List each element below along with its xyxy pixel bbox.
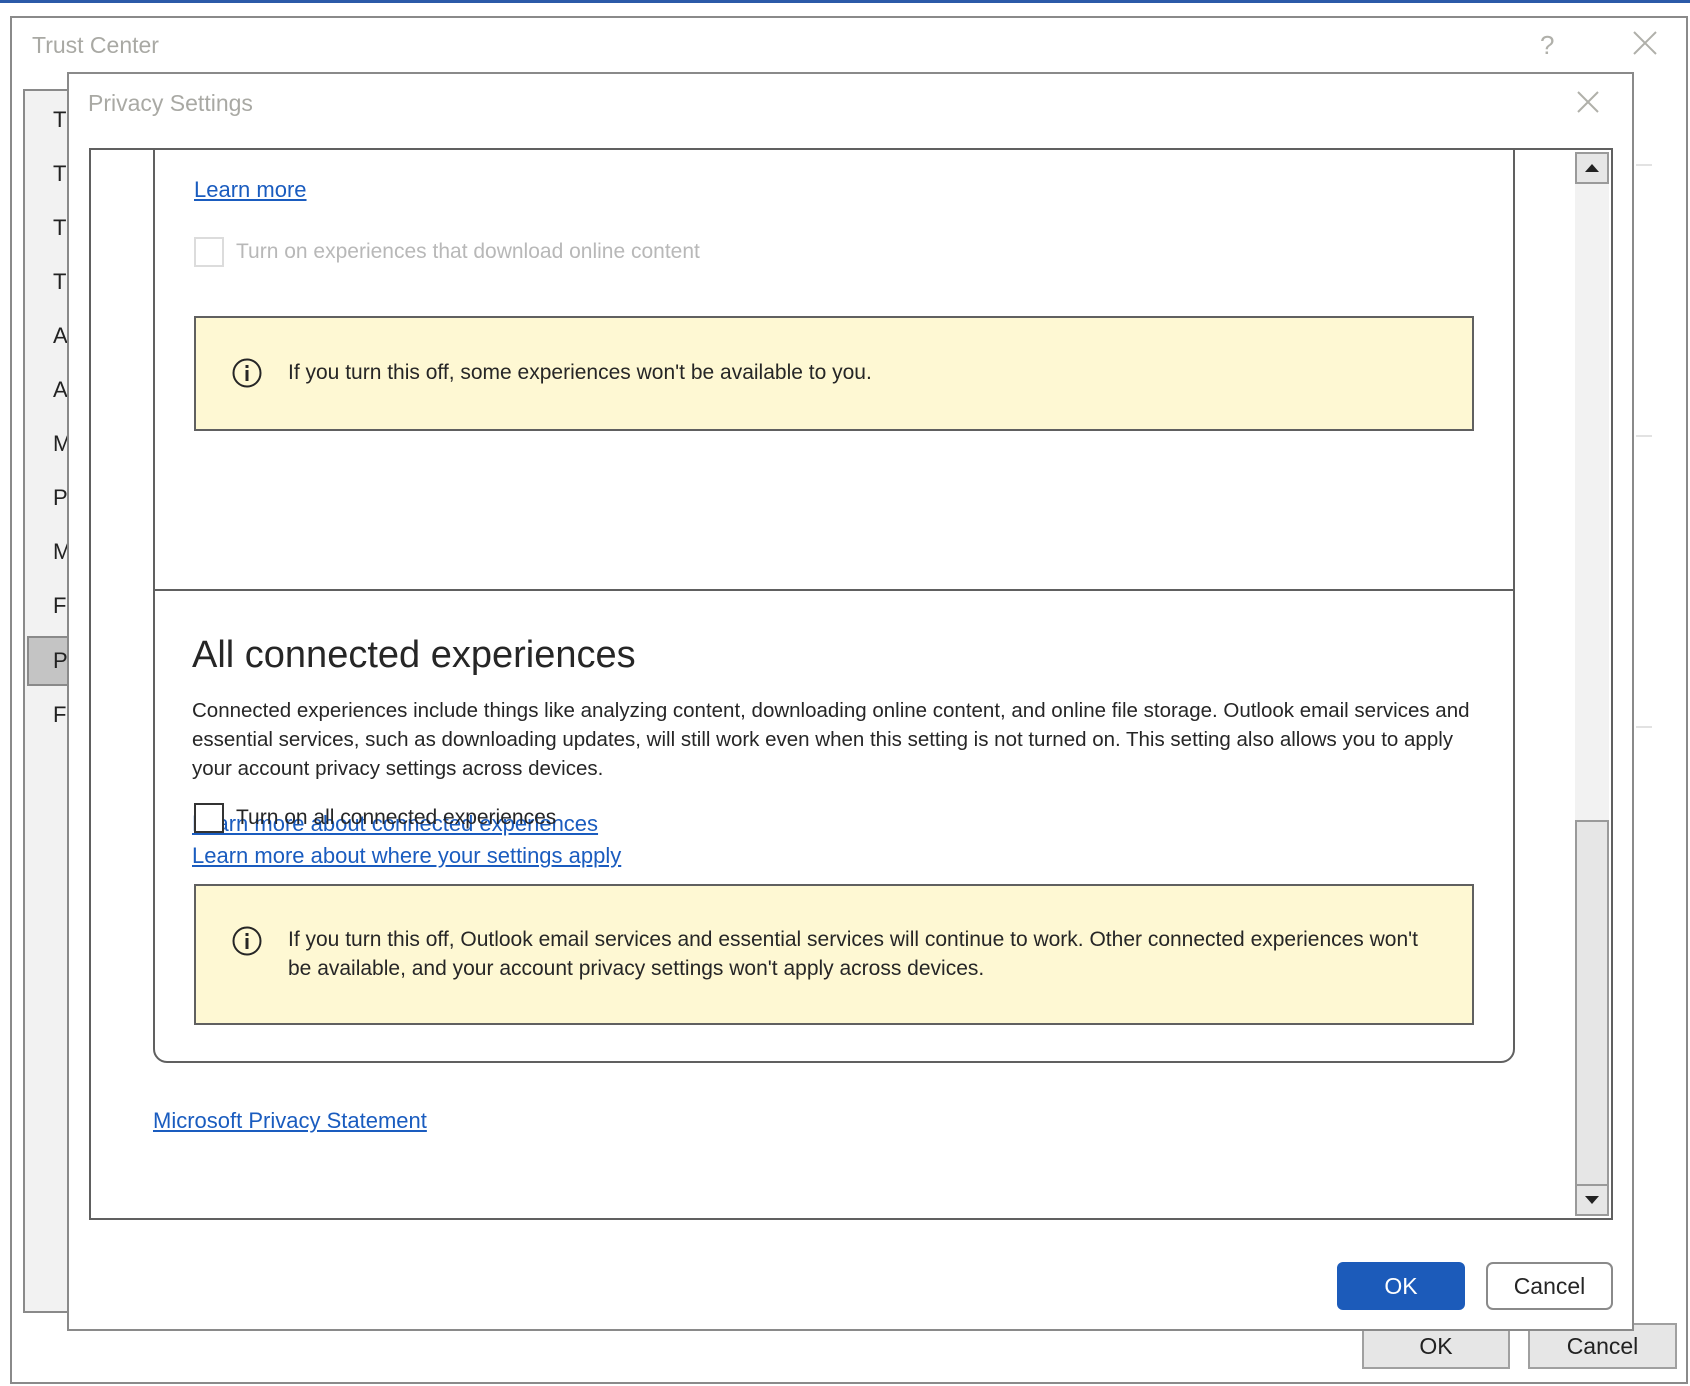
- section-description: Connected experiences include things lik…: [192, 699, 1470, 780]
- ok-button[interactable]: OK: [1337, 1262, 1465, 1310]
- scroll-up-button[interactable]: [1575, 152, 1609, 184]
- privacy-settings-title: Privacy Settings: [88, 90, 253, 116]
- close-icon[interactable]: [1632, 30, 1658, 56]
- question-icon[interactable]: ?: [1540, 30, 1554, 61]
- settings-scroll-area: Learn more Turn on experiences that down…: [89, 148, 1613, 1220]
- learn-more-settings-apply-link[interactable]: Learn more about where your settings app…: [192, 843, 621, 869]
- sidebar-item[interactable]: A: [53, 323, 68, 349]
- info-text: If you turn this off, some experiences w…: [288, 361, 872, 384]
- info-banner: If you turn this off, Outlook email serv…: [194, 884, 1474, 1025]
- section-heading: All connected experiences: [192, 634, 636, 676]
- cancel-button[interactable]: Cancel: [1486, 1262, 1613, 1310]
- settings-card: Learn more Turn on experiences that down…: [153, 150, 1515, 1063]
- trust-center-title: Trust Center: [32, 32, 159, 58]
- info-banner: If you turn this off, some experiences w…: [194, 316, 1474, 431]
- divider: [1636, 726, 1652, 728]
- info-icon: [232, 358, 262, 388]
- privacy-statement-link[interactable]: Microsoft Privacy Statement: [153, 1108, 427, 1134]
- sidebar-item[interactable]: A: [53, 377, 68, 403]
- divider: [1636, 164, 1652, 166]
- arrow-down-icon: [1585, 1196, 1599, 1204]
- download-content-label: Turn on experiences that download online…: [236, 240, 700, 263]
- sidebar-item-privacy[interactable]: P: [53, 648, 68, 674]
- scrollbar-thumb[interactable]: [1575, 820, 1609, 1186]
- scroll-down-button[interactable]: [1575, 1184, 1609, 1216]
- all-connected-experiences-label: Turn on all connected experiences: [236, 806, 557, 829]
- arrow-up-icon: [1585, 164, 1599, 172]
- download-content-checkbox[interactable]: [194, 237, 224, 267]
- info-icon: [232, 926, 262, 956]
- sidebar-item[interactable]: P: [53, 485, 68, 511]
- info-text: If you turn this off, Outlook email serv…: [288, 928, 1419, 980]
- divider: [1636, 435, 1652, 437]
- background-window-edge: [0, 0, 1690, 3]
- section-divider: [155, 589, 1513, 591]
- all-connected-experiences-checkbox[interactable]: [194, 803, 224, 833]
- vertical-scrollbar[interactable]: [1575, 152, 1609, 1216]
- learn-more-link[interactable]: Learn more: [194, 177, 307, 203]
- close-icon[interactable]: [1576, 90, 1600, 114]
